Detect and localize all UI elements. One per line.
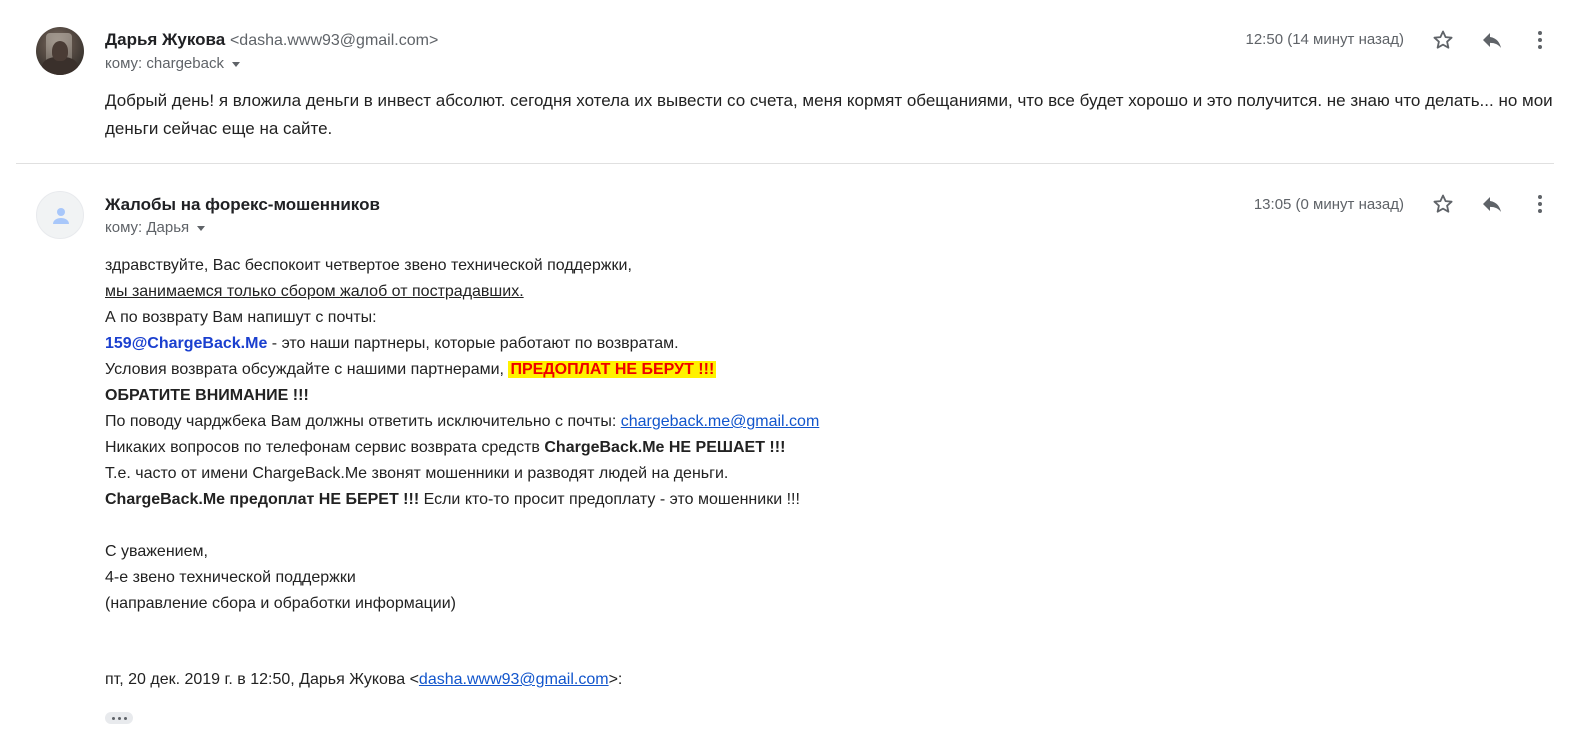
signature-line: (направление сбора и обработки информаци… (105, 595, 456, 612)
expand-dots-icon[interactable] (105, 712, 133, 724)
body-line: ОБРАТИТЕ ВНИМАНИЕ !!! (105, 387, 309, 404)
body-line: мы занимаемся только сбором жалоб от пос… (105, 283, 524, 300)
message-body: Добрый день! я вложила деньги в инвест а… (105, 91, 1553, 138)
body-line: Условия возврата обсуждайте с нашими пар… (105, 357, 819, 383)
signature-line: С уважением, (105, 543, 208, 560)
body-text: По поводу чарджбека Вам должны ответить … (105, 413, 621, 430)
more-vert-icon[interactable] (1528, 192, 1552, 216)
message-time: 12:50 (14 минут назад) (1245, 31, 1405, 48)
message-time: 13:05 (0 минут назад) (1253, 196, 1404, 213)
sender-name[interactable]: Дарья Жукова (105, 30, 225, 49)
highlight-warning: ПРЕДОПЛАТ НЕ БЕРУТ !!! (508, 361, 717, 378)
quote-text: пт, 20 дек. 2019 г. в 12:50, Дарья Жуков… (105, 671, 419, 688)
body-line: Никаких вопросов по телефонам сервис воз… (105, 435, 819, 461)
recipient-toggle[interactable]: кому: chargeback (105, 55, 240, 72)
body-text: Никаких вопросов по телефонам сервис воз… (105, 439, 545, 456)
sender-email: <dasha.www93@gmail.com> (229, 32, 439, 49)
sender-avatar[interactable] (36, 27, 84, 75)
message-body: здравствуйте, Вас беспокоит четвертое зв… (105, 253, 819, 617)
signature-line: 4-е звено технической поддержки (105, 569, 356, 586)
sender-name[interactable]: Жалобы на форекс-мошенников (105, 195, 380, 215)
chevron-down-icon (231, 61, 240, 67)
recipient-toggle[interactable]: кому: Дарья (105, 219, 206, 236)
star-icon[interactable] (1431, 28, 1455, 52)
body-line: здравствуйте, Вас беспокоит четвертое зв… (105, 257, 632, 274)
body-line: А по возврату Вам напишут с почты: (105, 309, 377, 326)
recipient-label: кому: Дарья (105, 219, 190, 236)
body-line: 159@ChargeBack.Me - это наши партнеры, к… (105, 331, 819, 357)
reply-icon[interactable] (1480, 28, 1504, 52)
body-text: Условия возврата обсуждайте с нашими пар… (105, 361, 509, 378)
body-bold: ChargeBack.Me предоплат НЕ БЕРЕТ !!! (105, 491, 420, 508)
more-vert-icon[interactable] (1528, 28, 1552, 52)
email-link[interactable]: chargeback.me@gmail.com (621, 413, 820, 430)
person-icon (53, 208, 69, 224)
recipient-label: кому: chargeback (105, 55, 224, 72)
quote-email-link[interactable]: dasha.www93@gmail.com (419, 671, 609, 688)
star-icon[interactable] (1431, 192, 1455, 216)
body-text: - это наши партнеры, которые работают по… (267, 335, 679, 352)
body-text: Если кто-то просит предоплату - это моше… (419, 491, 800, 508)
reply-icon[interactable] (1480, 192, 1504, 216)
partner-email: 159@ChargeBack.Me (105, 335, 268, 352)
chevron-down-icon (197, 225, 206, 231)
body-line: ChargeBack.Me предоплат НЕ БЕРЕТ !!! Есл… (105, 487, 819, 513)
quote-header: пт, 20 дек. 2019 г. в 12:50, Дарья Жуков… (105, 671, 622, 689)
body-line: По поводу чарджбека Вам должны ответить … (105, 409, 819, 435)
body-bold: ChargeBack.Me НЕ РЕШАЕТ !!! (544, 439, 786, 456)
quote-text: >: (608, 671, 623, 688)
sender-line: Дарья Жукова <dasha.www93@gmail.com> (105, 30, 438, 50)
message-divider (16, 163, 1554, 164)
sender-avatar[interactable] (36, 191, 84, 239)
body-line: Т.е. часто от имени ChargeBack.Me звонят… (105, 465, 729, 482)
